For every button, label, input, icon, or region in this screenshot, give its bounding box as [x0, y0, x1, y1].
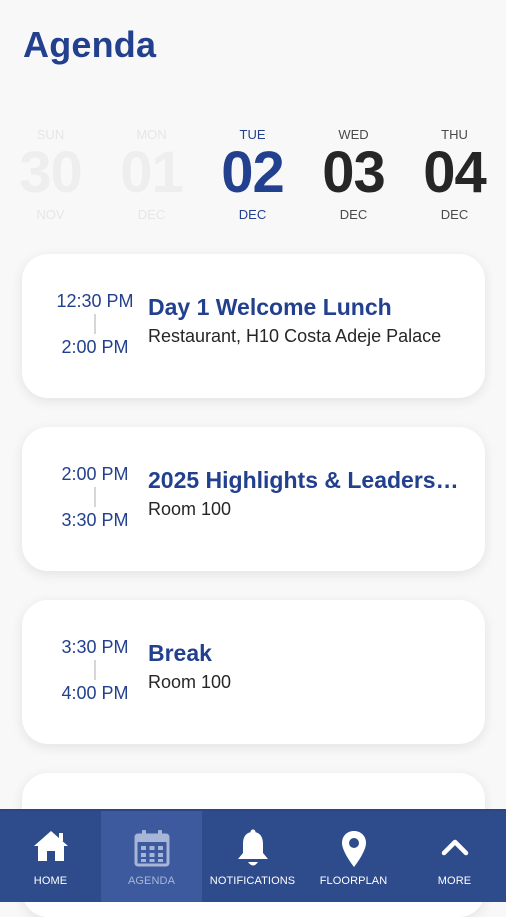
session-start-time: 2:00 PM — [61, 464, 129, 484]
session-card[interactable]: 3:30 PM 4:00 PM Break Room 100 — [22, 600, 485, 744]
date-wed-03[interactable]: WED 03 DEC — [303, 126, 404, 224]
session-end-time: 3:30 PM — [61, 510, 129, 530]
date-sun-30[interactable]: SUN 30 NOV — [0, 126, 101, 224]
nav-home[interactable]: HOME — [0, 811, 101, 902]
bell-icon — [202, 829, 303, 869]
time-separator — [94, 660, 96, 680]
date-day-number: 02 — [221, 140, 285, 205]
time-separator — [94, 314, 96, 334]
nav-label: HOME — [33, 875, 68, 887]
date-day-number: 30 — [19, 140, 83, 205]
date-selector: SUN 30 NOV MON 01 DEC TUE 02 DEC WED 03 … — [0, 126, 506, 231]
session-location: Restaurant, H10 Costa Adeje Palace — [148, 326, 442, 346]
session-start-time: 3:30 PM — [61, 637, 129, 657]
date-day-number: 03 — [322, 140, 386, 205]
session-title: 2025 Highlights & Leadership Update — [148, 467, 460, 493]
session-title: Day 1 Welcome Lunch — [148, 294, 392, 320]
session-info: 2025 Highlights & Leadership Update Room… — [148, 465, 460, 521]
home-icon — [0, 829, 101, 869]
nav-label: MORE — [437, 875, 472, 887]
nav-agenda[interactable]: AGENDA — [101, 811, 202, 902]
nav-notifications[interactable]: NOTIFICATIONS — [202, 811, 303, 902]
page-title: Agenda — [23, 24, 157, 65]
session-info: Break Room 100 — [148, 638, 460, 694]
date-month: DEC — [440, 207, 469, 222]
map-pin-icon — [303, 829, 404, 869]
date-day-number: 04 — [423, 140, 487, 205]
nav-label: NOTIFICATIONS — [209, 875, 296, 887]
time-separator — [94, 487, 96, 507]
session-card[interactable]: 12:30 PM 2:00 PM Day 1 Welcome Lunch Res… — [22, 254, 485, 398]
date-month: DEC — [137, 207, 166, 222]
session-times: 2:00 PM 3:30 PM — [32, 463, 158, 531]
session-end-time: 2:00 PM — [61, 337, 129, 357]
session-location: Room 100 — [148, 672, 232, 692]
date-day-number: 01 — [120, 140, 184, 205]
session-card[interactable]: 2:00 PM 3:30 PM 2025 Highlights & Leader… — [22, 427, 485, 571]
chevron-up-icon — [404, 829, 505, 869]
session-times: 12:30 PM 2:00 PM — [32, 290, 158, 358]
date-month: NOV — [36, 207, 65, 222]
date-mon-01[interactable]: MON 01 DEC — [101, 126, 202, 224]
date-month: DEC — [238, 207, 267, 222]
session-end-time: 4:00 PM — [61, 683, 129, 703]
calendar-icon — [101, 829, 202, 869]
session-info: Day 1 Welcome Lunch Restaurant, H10 Cost… — [148, 292, 460, 348]
nav-label: FLOORPLAN — [319, 875, 388, 887]
session-title: Break — [148, 640, 212, 666]
date-thu-04[interactable]: THU 04 DEC — [404, 126, 505, 224]
date-tue-02[interactable]: TUE 02 DEC — [202, 126, 303, 224]
bottom-nav: HOME AGENDA NOTIFICATIONS FLOORPLAN MORE — [0, 809, 506, 902]
date-month: DEC — [339, 207, 368, 222]
session-location: Room 100 — [148, 499, 232, 519]
nav-more[interactable]: MORE — [404, 811, 505, 902]
nav-floorplan[interactable]: FLOORPLAN — [303, 811, 404, 902]
nav-label: AGENDA — [127, 875, 176, 887]
session-times: 3:30 PM 4:00 PM — [32, 636, 158, 704]
session-start-time: 12:30 PM — [56, 291, 134, 311]
